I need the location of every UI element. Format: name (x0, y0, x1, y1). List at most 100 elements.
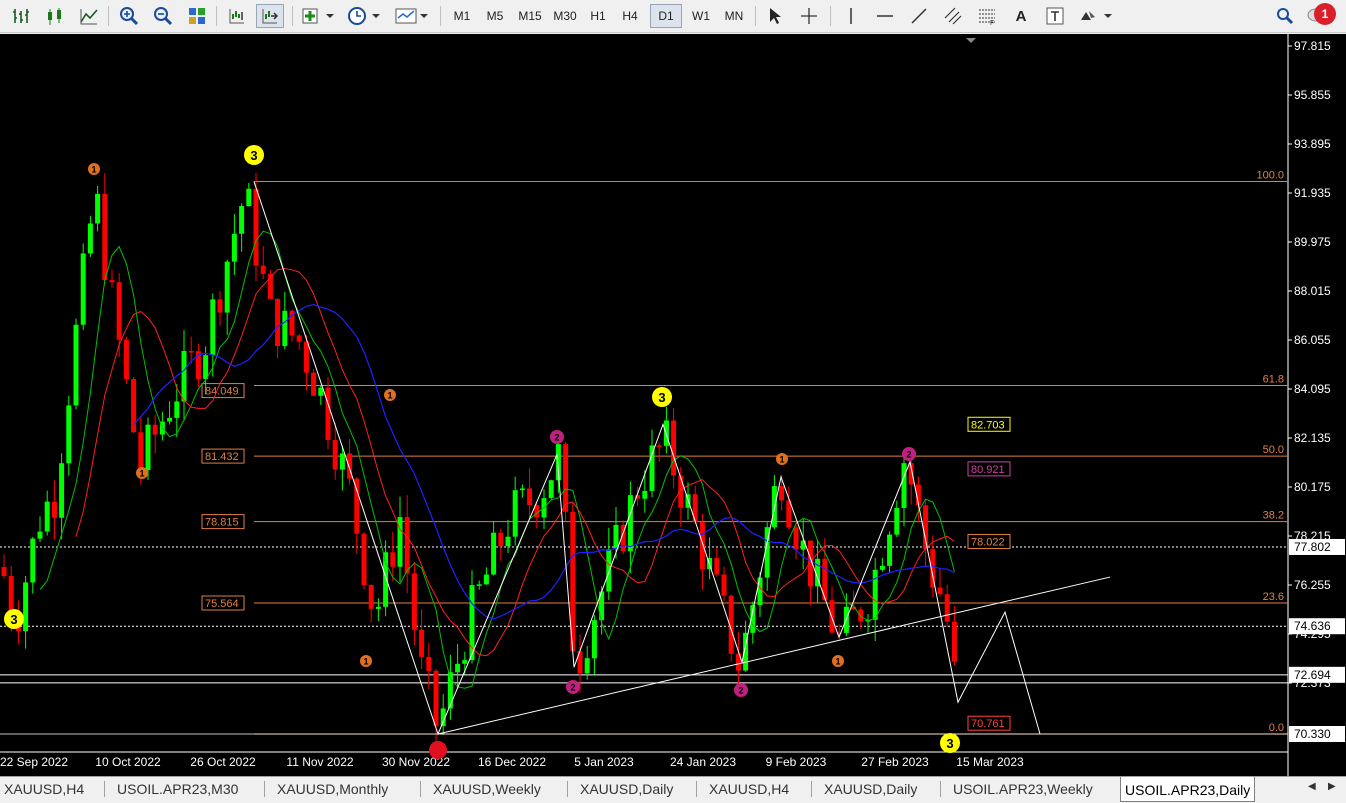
price-chart[interactable]: 97.815 95.855 93.895 91.935 89.975 88.015 86.0… (0, 34, 1346, 776)
bull-candle (375, 606, 381, 609)
bear-candle (51, 501, 57, 518)
bull-candle (887, 534, 893, 566)
candlestick-chart-icon[interactable] (42, 4, 68, 28)
fibonacci-ratio-label: 50.0 (1263, 444, 1284, 456)
timeframe-d1[interactable]: D1 (650, 4, 682, 28)
fibonacci-ratio-label: 61.8 (1263, 374, 1284, 386)
chart-shift-icon[interactable] (224, 4, 250, 28)
line-chart-icon[interactable] (76, 4, 102, 28)
equidistant-channel-icon[interactable] (940, 4, 966, 28)
clock-periods-icon[interactable] (344, 4, 382, 28)
bear-candle (188, 351, 194, 353)
timeframe-m15[interactable]: M15 (514, 4, 546, 28)
arrows-menu-icon[interactable] (1076, 4, 1114, 28)
timeframe-h4[interactable]: H4 (617, 4, 643, 28)
bear-candle (937, 587, 943, 595)
tab-usoil-m30[interactable]: USOIL.APR23,M30 (113, 779, 242, 800)
bull-candle (30, 538, 36, 583)
bear-candle (116, 282, 122, 340)
toolbar: M1 M5 M15 M30 H1 H4 D1 W1 MN F A 1 (0, 0, 1346, 33)
tab-xauusd-daily-2[interactable]: XAUUSD,Daily (820, 779, 921, 800)
bear-candle (563, 444, 569, 512)
timeframe-m30[interactable]: M30 (549, 4, 581, 28)
bull-candle (584, 658, 590, 674)
tabs-scroll-left-icon[interactable]: ◀ (1308, 781, 1316, 792)
trendline-icon[interactable] (906, 4, 932, 28)
fibonacci-ratio-label: 0.0 (1269, 722, 1284, 734)
tab-xauusd-monthly[interactable]: XAUUSD,Monthly (273, 779, 392, 800)
bear-candle (102, 193, 108, 281)
vertical-line-icon[interactable] (838, 4, 864, 28)
wave-label-text: 3 (250, 148, 257, 163)
price-axis-box-label: 74.636 (1294, 619, 1331, 633)
text-tool-icon[interactable]: A (1008, 4, 1034, 28)
horizontal-line-icon[interactable] (872, 4, 898, 28)
bull-candle (649, 445, 655, 491)
price-axis-box-label: 72.694 (1294, 668, 1331, 682)
templates-menu-icon[interactable] (392, 4, 430, 28)
cursor-icon[interactable] (762, 4, 788, 28)
bear-candle (390, 552, 396, 567)
time-tick-label: 9 Feb 2023 (766, 755, 827, 769)
tab-xauusd-daily[interactable]: XAUUSD,Daily (576, 779, 677, 800)
price-tick-label: 88.015 (1294, 284, 1331, 298)
bull-candle (483, 574, 489, 585)
bull-candle (591, 620, 597, 659)
tab-usoil-daily[interactable]: USOIL.APR23,Daily (1120, 777, 1256, 802)
price-tick-label: 86.055 (1294, 333, 1331, 347)
tab-xauusd-h4[interactable]: XAUUSD,H4 (0, 779, 88, 800)
indicators-menu-icon[interactable] (298, 4, 336, 28)
wave-label-text: 3 (10, 612, 17, 627)
bull-candle (282, 310, 288, 347)
bull-candle (519, 488, 525, 491)
bull-candle (80, 253, 86, 325)
bear-candle (426, 656, 432, 671)
tab-xauusd-weekly[interactable]: XAUUSD,Weekly (429, 779, 545, 800)
wave-label-text: 2 (570, 683, 575, 693)
fibonacci-retracement-icon[interactable]: F (974, 4, 1000, 28)
bear-candle (332, 440, 338, 470)
tile-windows-icon[interactable] (184, 4, 210, 28)
time-tick-label: 16 Dec 2022 (478, 755, 546, 769)
zoom-out-icon[interactable] (150, 4, 176, 28)
price-axis-box-label: 70.330 (1294, 727, 1331, 741)
time-tick-label: 22 Sep 2022 (0, 755, 68, 769)
fibonacci-ratio-label: 38.2 (1263, 510, 1284, 522)
bar-chart-icon[interactable] (8, 4, 34, 28)
bear-candle (1, 567, 7, 577)
tabs-scroll-right-icon[interactable]: ▶ (1328, 781, 1336, 792)
search-icon[interactable] (1272, 4, 1298, 28)
wave-label-text: 1 (779, 455, 784, 465)
timeframe-h1[interactable]: H1 (585, 4, 611, 28)
bull-candle (210, 299, 216, 356)
notification-badge[interactable]: 1 (1314, 3, 1336, 25)
bear-candle (656, 445, 662, 447)
time-tick-label: 26 Oct 2022 (190, 755, 256, 769)
bull-candle (339, 453, 345, 470)
tab-usoil-weekly[interactable]: USOIL.APR23,Weekly (949, 779, 1097, 800)
bull-candle (491, 532, 497, 575)
timeframe-mn[interactable]: MN (719, 4, 749, 28)
price-tick-label: 82.135 (1294, 431, 1331, 445)
text-label-icon[interactable] (1042, 4, 1068, 28)
timeframe-m5[interactable]: M5 (481, 4, 509, 28)
crosshair-icon[interactable] (796, 4, 822, 28)
bear-candle (433, 670, 439, 727)
wave-4-marker (429, 741, 447, 759)
bear-candle (109, 280, 115, 283)
wave-label-text: 2 (738, 686, 743, 696)
bull-candle (476, 584, 482, 586)
auto-scroll-icon[interactable] (256, 4, 284, 28)
bull-candle (174, 401, 180, 418)
tab-xauusd-h4-2[interactable]: XAUUSD,H4 (705, 779, 793, 800)
zoom-in-icon[interactable] (116, 4, 142, 28)
bear-candle (793, 527, 799, 550)
timeframe-w1[interactable]: W1 (687, 4, 715, 28)
price-tick-label: 84.095 (1294, 382, 1331, 396)
svg-text:F: F (990, 20, 994, 26)
bear-candle (354, 478, 360, 534)
price-tick-label: 93.895 (1294, 137, 1331, 151)
bear-candle (721, 574, 727, 596)
bull-candle (203, 355, 209, 379)
timeframe-m1[interactable]: M1 (448, 4, 476, 28)
